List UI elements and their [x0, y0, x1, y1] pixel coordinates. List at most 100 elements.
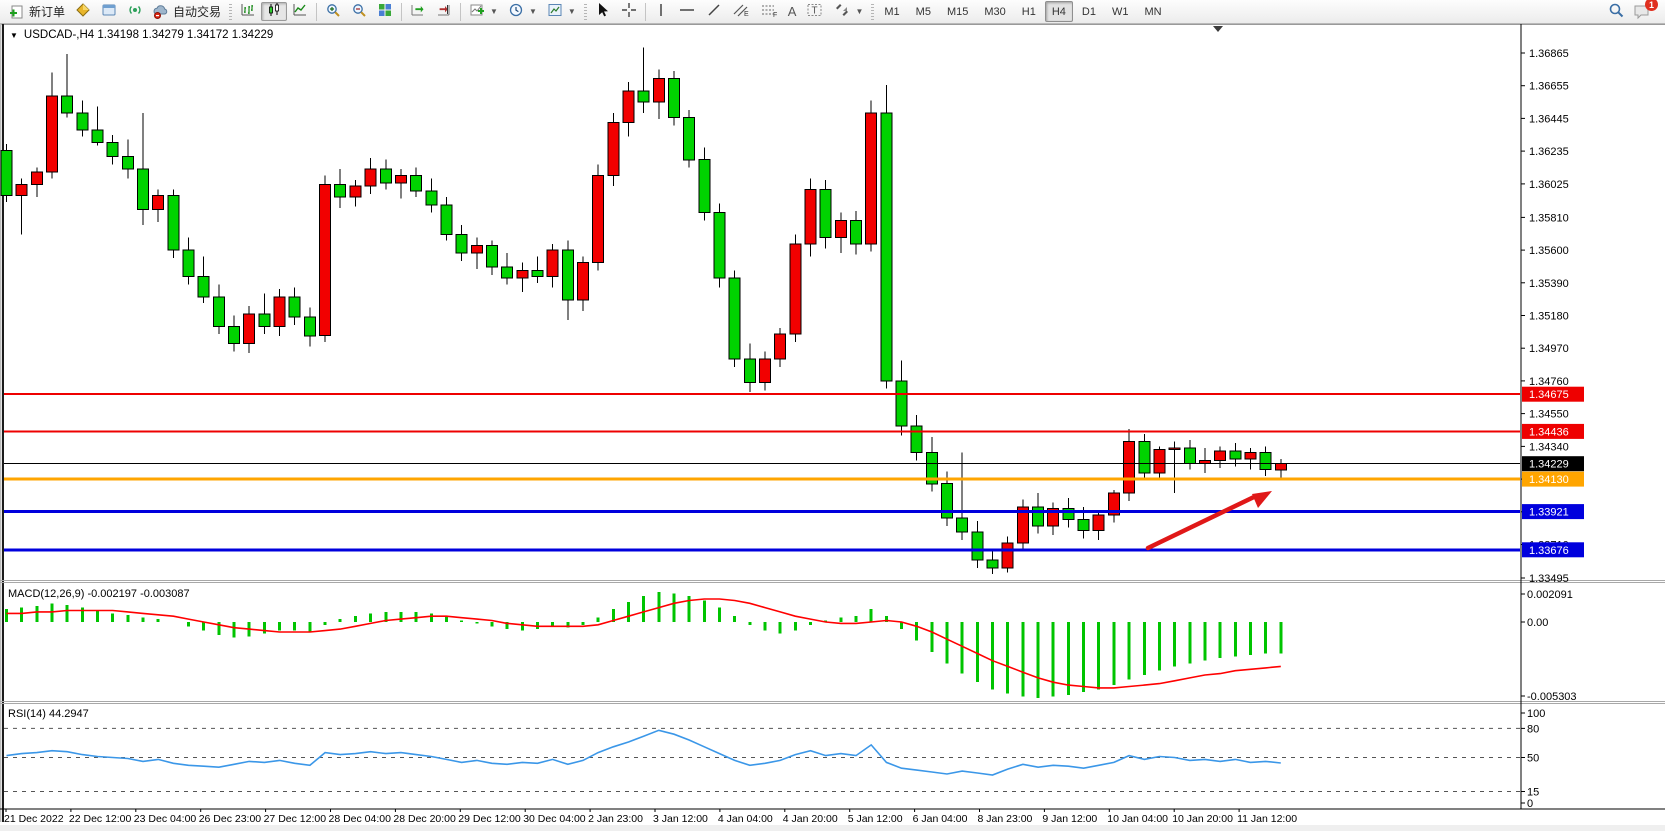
signal-waves-icon	[127, 2, 143, 21]
svg-text:10 Jan 20:00: 10 Jan 20:00	[1172, 813, 1233, 825]
svg-text:23 Dec 04:00: 23 Dec 04:00	[134, 813, 197, 825]
svg-text:0.00: 0.00	[1527, 617, 1548, 629]
toolbar-drag-handle[interactable]	[229, 4, 232, 20]
svg-text:1.34550: 1.34550	[1529, 409, 1569, 421]
svg-text:100: 100	[1527, 708, 1545, 720]
chart-title-dropdown-icon[interactable]: ▼	[10, 31, 18, 40]
zoom-in-icon	[325, 2, 341, 21]
tf-button-W1[interactable]: W1	[1105, 1, 1136, 22]
svg-text:10 Jan 04:00: 10 Jan 04:00	[1107, 813, 1168, 825]
profiles-button[interactable]	[96, 2, 122, 21]
svg-text:1.34760: 1.34760	[1529, 376, 1569, 388]
chart-shift-button[interactable]	[431, 2, 457, 21]
svg-text:2 Jan 23:00: 2 Jan 23:00	[588, 813, 643, 825]
crosshair-button[interactable]	[616, 2, 642, 21]
svg-text:1.36655: 1.36655	[1529, 81, 1569, 93]
notifications-icon[interactable]: 1	[1633, 3, 1651, 20]
candlestick-chart-button[interactable]	[261, 2, 287, 21]
trendline-tool-button[interactable]	[701, 2, 727, 21]
chart-title-text: USDCAD-,H4 1.34198 1.34279 1.34172 1.342…	[24, 29, 273, 41]
svg-text:1.35390: 1.35390	[1529, 278, 1569, 290]
svg-text:28 Dec 20:00: 28 Dec 20:00	[393, 813, 456, 825]
vertical-line-tool-button[interactable]	[649, 2, 673, 21]
new-order-button[interactable]: 新订单	[4, 2, 70, 21]
svg-text:80: 80	[1527, 723, 1539, 735]
equidistant-channel-button[interactable]: E	[727, 2, 755, 21]
svg-text:26 Dec 23:00: 26 Dec 23:00	[199, 813, 262, 825]
line-chart-button[interactable]	[287, 2, 313, 21]
auto-trading-button[interactable]: 自动交易	[148, 2, 226, 21]
tf-button-D1[interactable]: D1	[1075, 1, 1103, 22]
channel-icon: E	[732, 2, 750, 21]
periods-caret-icon: ▼	[529, 7, 537, 16]
svg-text:29 Dec 12:00: 29 Dec 12:00	[458, 813, 521, 825]
search-icon[interactable]	[1608, 2, 1625, 22]
text-tool-icon: A	[788, 4, 797, 19]
toolbar-drag-handle-2[interactable]	[584, 4, 587, 20]
notification-badge: 1	[1645, 0, 1658, 11]
cursor-icon	[595, 2, 611, 21]
tile-windows-button[interactable]	[372, 2, 398, 21]
tf-button-H1[interactable]: H1	[1015, 1, 1043, 22]
svg-text:1.36025: 1.36025	[1529, 179, 1569, 191]
chart-canvas[interactable]: 1.368651.366551.364451.362351.360251.358…	[0, 24, 1665, 831]
svg-text:1.35180: 1.35180	[1529, 311, 1569, 323]
window-bottom-strip	[0, 825, 1665, 831]
horizontal-line-icon	[678, 2, 696, 21]
svg-text:30 Dec 04:00: 30 Dec 04:00	[523, 813, 586, 825]
svg-text:27 Dec 12:00: 27 Dec 12:00	[264, 813, 327, 825]
templates-button[interactable]: ▼	[542, 2, 581, 21]
zoom-out-icon	[351, 2, 367, 21]
svg-text:11 Jan 12:00: 11 Jan 12:00	[1237, 813, 1297, 825]
svg-text:1.36235: 1.36235	[1529, 146, 1569, 158]
svg-text:3 Jan 12:00: 3 Jan 12:00	[653, 813, 708, 825]
gold-diamond-icon	[75, 2, 91, 21]
market-watch-button[interactable]	[70, 2, 96, 21]
new-order-icon	[9, 4, 25, 20]
svg-text:1.35810: 1.35810	[1529, 212, 1569, 224]
metatrader-window: 新订单 自动交易	[0, 0, 1665, 831]
trendline-icon	[706, 2, 722, 21]
periods-button[interactable]: ▼	[503, 2, 542, 21]
svg-text:0: 0	[1527, 798, 1533, 810]
tile-windows-icon	[377, 2, 393, 21]
svg-text:F: F	[773, 12, 777, 18]
cursor-button[interactable]	[590, 2, 616, 21]
indicators-button[interactable]: ▼	[464, 2, 503, 21]
candlestick-icon	[266, 2, 282, 21]
signals-button[interactable]	[122, 2, 148, 21]
tf-button-MN[interactable]: MN	[1137, 1, 1168, 22]
rsi-indicator-label: RSI(14) 44.2947	[8, 708, 89, 720]
svg-text:1.34229: 1.34229	[1529, 459, 1569, 471]
svg-text:15: 15	[1527, 787, 1539, 799]
fibonacci-tool-button[interactable]: F	[755, 2, 783, 21]
svg-text:50: 50	[1527, 753, 1539, 765]
left-window-edge	[2, 24, 4, 822]
svg-text:1.33676: 1.33676	[1529, 545, 1569, 557]
svg-text:T: T	[812, 6, 818, 17]
zoom-in-button[interactable]	[320, 2, 346, 21]
tf-button-M30[interactable]: M30	[977, 1, 1012, 22]
horizontal-line-tool-button[interactable]	[673, 2, 701, 21]
shapes-arrows-icon	[834, 2, 850, 21]
tf-button-M1[interactable]: M1	[877, 1, 906, 22]
shapes-caret-icon: ▼	[855, 7, 863, 16]
bar-chart-button[interactable]	[235, 2, 261, 21]
svg-text:28 Dec 04:00: 28 Dec 04:00	[329, 813, 392, 825]
tf-button-H4[interactable]: H4	[1045, 1, 1073, 22]
toolbar: 新订单 自动交易	[0, 0, 1665, 24]
tf-button-M15[interactable]: M15	[940, 1, 975, 22]
svg-text:1.36445: 1.36445	[1529, 113, 1569, 125]
text-tool-button[interactable]: A	[783, 2, 802, 21]
shapes-tool-button[interactable]: ▼	[829, 2, 868, 21]
svg-text:21 Dec 2022: 21 Dec 2022	[4, 813, 64, 825]
template-icon	[547, 2, 563, 21]
toolbar-drag-handle-3[interactable]	[871, 4, 874, 20]
tf-button-M5[interactable]: M5	[909, 1, 938, 22]
auto-scroll-button[interactable]	[405, 2, 431, 21]
zoom-out-button[interactable]	[346, 2, 372, 21]
templates-caret-icon: ▼	[568, 7, 576, 16]
auto-trading-label: 自动交易	[173, 3, 221, 20]
text-label-tool-button[interactable]: T	[801, 2, 829, 21]
svg-text:-0.005303: -0.005303	[1527, 691, 1577, 703]
